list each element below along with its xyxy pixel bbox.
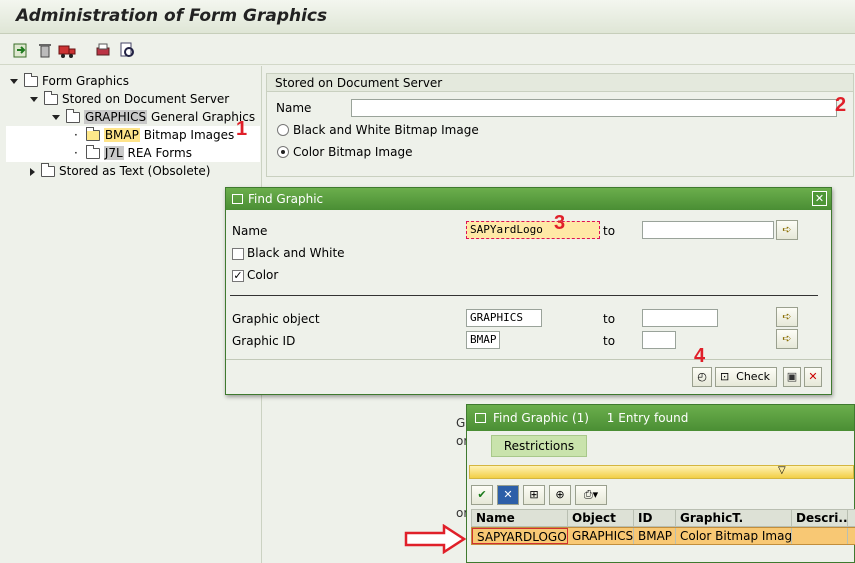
print-preview-icon[interactable] bbox=[94, 41, 112, 59]
results-dialog: Find Graphic (1) 1 Entry found Restricti… bbox=[466, 404, 855, 563]
col-id[interactable]: ID bbox=[634, 510, 676, 526]
delete-icon[interactable] bbox=[36, 41, 54, 59]
radio-bw-label: Black and White Bitmap Image bbox=[293, 123, 479, 137]
to-label: to bbox=[603, 224, 616, 238]
name-input[interactable] bbox=[351, 99, 837, 117]
radio-color-label: Color Bitmap Image bbox=[293, 145, 413, 159]
application-toolbar bbox=[0, 35, 855, 65]
save-button[interactable]: ▣ bbox=[783, 367, 801, 387]
tree-node-graphics[interactable]: GRAPHICS General Graphics bbox=[52, 108, 255, 126]
cancel-x-button[interactable]: ✕ bbox=[497, 485, 519, 505]
results-title: Find Graphic (1) bbox=[493, 411, 589, 425]
tree-node-document-server[interactable]: Stored on Document Server bbox=[30, 90, 229, 108]
restrictions-toggle-bar[interactable]: ▽ bbox=[469, 465, 854, 479]
find-name-label: Name bbox=[232, 224, 268, 238]
multiple-selection-button[interactable]: ➪ bbox=[776, 307, 798, 327]
expand-arrow-icon[interactable] bbox=[10, 79, 18, 84]
expand-triangle-icon[interactable]: ▽ bbox=[778, 465, 786, 476]
panel-header: Stored on Document Server bbox=[267, 74, 853, 92]
annotation-1: 1 bbox=[236, 118, 248, 140]
graphic-object-to-input[interactable] bbox=[642, 309, 718, 327]
folder-icon bbox=[44, 91, 58, 105]
folder-icon bbox=[66, 109, 80, 123]
ok-check-button[interactable]: ✔ bbox=[471, 485, 493, 505]
cell-name[interactable]: SAPYARDLOGO bbox=[472, 528, 568, 544]
multiple-selection-button[interactable]: ➪ bbox=[776, 329, 798, 349]
cancel-button[interactable]: ✕ bbox=[804, 367, 822, 387]
col-graphic-type[interactable]: GraphicT. bbox=[676, 510, 792, 526]
cell-description[interactable] bbox=[792, 528, 848, 544]
find-name-to-input[interactable] bbox=[642, 221, 774, 239]
page-title: Administration of Form Graphics bbox=[16, 6, 328, 26]
graphic-object-input[interactable]: GRAPHICS bbox=[466, 309, 542, 327]
window-icon bbox=[232, 194, 243, 204]
color-label: Color bbox=[247, 268, 279, 282]
print-icon[interactable]: ⎙▾ bbox=[575, 485, 607, 505]
col-object[interactable]: Object bbox=[568, 510, 634, 526]
transport-icon[interactable] bbox=[58, 41, 76, 59]
cell-object[interactable]: GRAPHICS bbox=[568, 528, 634, 544]
folder-icon bbox=[85, 145, 100, 159]
annotation-4: 4 bbox=[694, 345, 706, 367]
find-binoculars-icon[interactable]: ⊞ bbox=[523, 485, 545, 505]
collapse-arrow-icon[interactable] bbox=[30, 167, 35, 176]
folder-icon bbox=[24, 73, 38, 87]
red-arrow-annotation bbox=[404, 524, 466, 554]
close-button[interactable]: ✕ bbox=[812, 191, 827, 206]
bw-checkbox[interactable] bbox=[232, 248, 244, 260]
col-description[interactable]: Descri... bbox=[792, 510, 848, 526]
results-title-bar: Find Graphic (1) 1 Entry found bbox=[467, 405, 854, 431]
radio-color-bitmap[interactable] bbox=[277, 146, 289, 158]
col-name[interactable]: Name bbox=[472, 510, 568, 526]
folder-icon bbox=[85, 127, 100, 141]
annotation-2: 2 bbox=[835, 94, 847, 116]
cell-graphic-type[interactable]: Color Bitmap Image bbox=[676, 528, 792, 544]
bw-label: Black and White bbox=[247, 246, 345, 260]
to-label: to bbox=[603, 334, 616, 348]
dialog-title-bar: Find Graphic ✕ bbox=[226, 188, 831, 210]
find-graphic-dialog: Find Graphic ✕ Name SAPYardLogo to ➪ Bla… bbox=[225, 187, 832, 395]
multiple-selection-button[interactable]: ➪ bbox=[776, 220, 798, 240]
check-button[interactable]: ⊡ Check bbox=[715, 367, 777, 387]
import-icon[interactable] bbox=[12, 41, 30, 59]
tab-restrictions[interactable]: Restrictions bbox=[491, 435, 587, 457]
check-icon: ⊡ bbox=[720, 370, 730, 383]
to-label: to bbox=[603, 312, 616, 326]
radio-bw-bitmap[interactable] bbox=[277, 124, 289, 136]
find-next-icon[interactable]: ⊕ bbox=[549, 485, 571, 505]
tree-node-j7l[interactable]: · J7L REA Forms bbox=[6, 144, 260, 162]
name-label: Name bbox=[276, 101, 312, 115]
graphics-tree-pane: Form Graphics Stored on Document Server … bbox=[0, 66, 262, 563]
results-count: 1 Entry found bbox=[606, 411, 689, 425]
cell-id[interactable]: BMAP bbox=[634, 528, 676, 544]
details-icon[interactable] bbox=[118, 41, 136, 59]
find-name-input[interactable]: SAPYardLogo bbox=[466, 221, 600, 239]
tree-node-stored-as-text[interactable]: Stored as Text (Obsolete) bbox=[30, 162, 210, 180]
window-icon bbox=[475, 413, 486, 423]
graphic-id-input[interactable]: BMAP bbox=[466, 331, 500, 349]
separator bbox=[230, 295, 818, 296]
annotation-3: 3 bbox=[554, 212, 566, 234]
folder-icon bbox=[41, 163, 55, 177]
title-bar: Administration of Form Graphics bbox=[0, 0, 855, 34]
results-table-header: Name Object ID GraphicT. Descri... bbox=[471, 509, 855, 527]
tree-node-form-graphics[interactable]: Form Graphics bbox=[10, 72, 129, 90]
graphic-id-to-input[interactable] bbox=[642, 331, 676, 349]
graphic-object-label: Graphic object bbox=[232, 312, 320, 326]
color-checkbox[interactable]: ✓ bbox=[232, 270, 244, 282]
dialog-title: Find Graphic bbox=[248, 192, 324, 206]
table-row[interactable]: SAPYARDLOGO GRAPHICS BMAP Color Bitmap I… bbox=[471, 527, 855, 545]
graphic-id-label: Graphic ID bbox=[232, 334, 296, 348]
tree-node-bmap[interactable]: · BMAP Bitmap Images bbox=[6, 126, 260, 144]
expand-arrow-icon[interactable] bbox=[52, 115, 60, 120]
expand-arrow-icon[interactable] bbox=[30, 97, 38, 102]
execute-button[interactable]: ◴ bbox=[692, 367, 712, 387]
document-server-panel: Stored on Document Server Name Black and… bbox=[266, 73, 854, 177]
